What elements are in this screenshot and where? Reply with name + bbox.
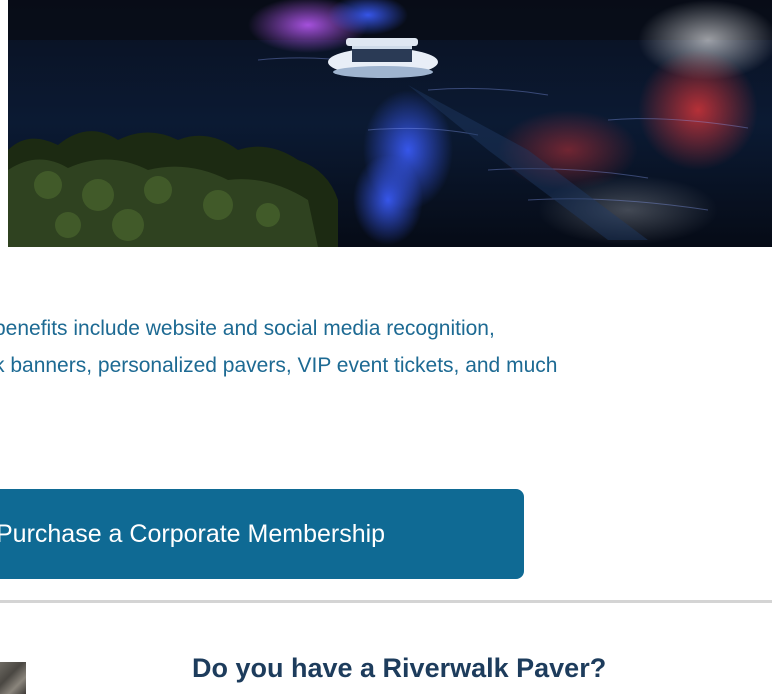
purchase-corporate-membership-button[interactable]: Purchase a Corporate Membership: [0, 489, 524, 579]
membership-benefits-text: benefits include website and social medi…: [0, 310, 772, 384]
section-divider: [0, 600, 772, 603]
benefits-line-2: k banners, personalized pavers, VIP even…: [0, 354, 558, 377]
paver-section-heading: Do you have a Riverwalk Paver?: [192, 653, 607, 683]
hero-image: [8, 0, 772, 247]
benefits-line-1: benefits include website and social medi…: [0, 317, 495, 340]
paver-thumbnail: [0, 662, 26, 694]
page: benefits include website and social medi…: [0, 0, 772, 694]
hero-photo: [8, 0, 772, 247]
